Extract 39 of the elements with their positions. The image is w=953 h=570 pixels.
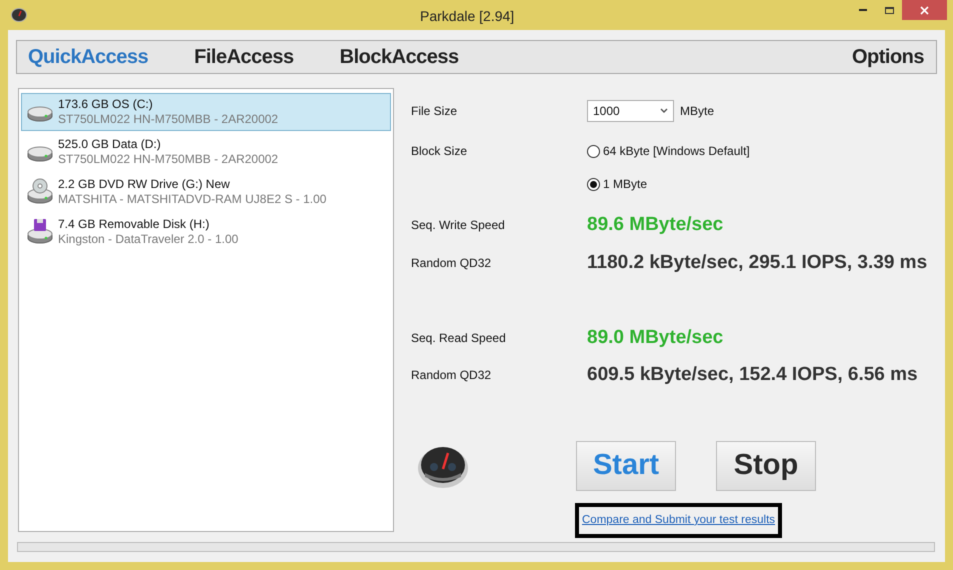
radio-option[interactable]: 64 kByte [Windows Default] (587, 142, 750, 160)
results-link[interactable]: Compare and Submit your test results (582, 512, 776, 530)
drive-name: 173.6 GB OS (C:) (58, 97, 154, 112)
radio-option[interactable]: 1 MByte (587, 175, 648, 193)
tab[interactable]: FileAccess (194, 42, 294, 72)
drive-detail: MATSHITA - MATSHITADVD-RAM UJ8E2 S - 1.00 (58, 192, 326, 207)
drive-item[interactable]: 7.4 GB Removable Disk (H:) Kingston - DataTraveler 2.0 - 1.00 (21, 213, 391, 251)
result-value: 1180.2 kByte/sec, 295.1 IOPS, 3.39 ms (587, 250, 928, 275)
gauge-icon (11, 8, 27, 22)
stop-button[interactable]: Stop (716, 441, 816, 491)
drive-name: 7.4 GB Removable Disk (H:) (58, 217, 210, 232)
drive-item[interactable]: 2.2 GB DVD RW Drive (G:) New MATSHITA - MATSHITADVD-RAM UJ8E2 S - 1.00 (21, 173, 391, 211)
result-value: 89.0 MByte/sec (587, 326, 724, 350)
result-value: 609.5 kByte/sec, 152.4 IOPS, 6.56 ms (587, 362, 918, 387)
tab[interactable]: BlockAccess (340, 42, 459, 72)
tab[interactable]: QuickAccess (28, 42, 148, 72)
floppy-drive-icon (26, 218, 54, 246)
field-label: File Size (411, 103, 458, 120)
unit-label: MByte (680, 103, 714, 120)
drive-detail: ST750LM022 HN-M750MBB - 2AR20002 (58, 112, 278, 127)
result-label: Seq. Read Speed (411, 330, 507, 347)
result-label: Seq. Write Speed (411, 217, 506, 234)
drive-item[interactable]: 525.0 GB Data (D:) ST750LM022 HN-M750MBB - 2AR20002 (21, 133, 391, 171)
close-icon (920, 6, 929, 14)
field-label: Block Size (411, 143, 468, 160)
tab[interactable]: Options (852, 42, 924, 72)
disc-drive-icon (26, 178, 54, 206)
window-title: Parkdale [2.94] (420, 7, 514, 26)
result-value: 89.6 MByte/sec (587, 212, 724, 237)
chevron-down-icon (660, 108, 668, 114)
result-label: Random QD32 (411, 255, 492, 272)
drive-name: 525.0 GB Data (D:) (58, 137, 162, 152)
drive-item[interactable]: 173.6 GB OS (C:) ST750LM022 HN-M750MBB - 2AR20002 (21, 93, 391, 131)
result-label: Random QD32 (411, 367, 492, 384)
drive-detail: ST750LM022 HN-M750MBB - 2AR20002 (58, 152, 278, 167)
close-button[interactable] (902, 0, 947, 20)
drive-name: 2.2 GB DVD RW Drive (G:) New (58, 177, 231, 192)
drive-detail: Kingston - DataTraveler 2.0 - 1.00 (58, 232, 238, 247)
file-size-dropdown[interactable]: 1000 (587, 100, 674, 122)
